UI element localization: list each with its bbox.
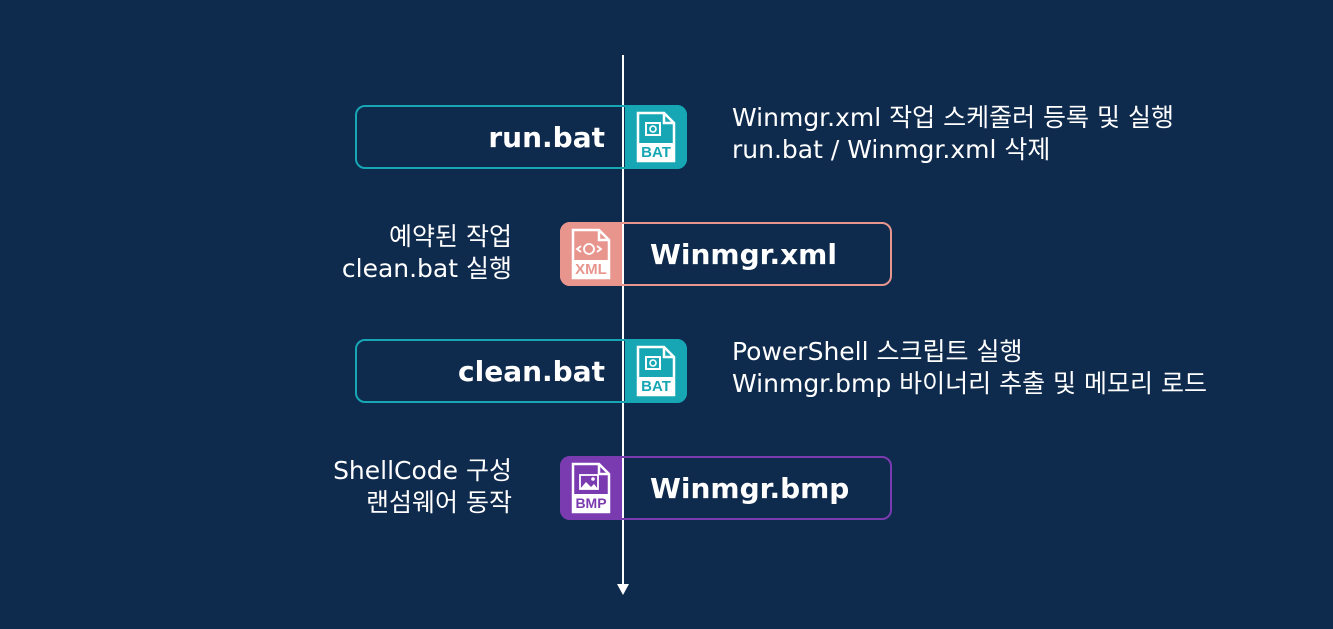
node-winmgr-bmp: BMP Winmgr.bmp <box>560 456 892 520</box>
desc-winmgr-bmp: ShellCode 구성 랜섬웨어 동작 <box>333 455 512 519</box>
desc-winmgr-xml: 예약된 작업 clean.bat 실행 <box>342 221 512 285</box>
desc-line: PowerShell 스크립트 실행 <box>732 337 1023 366</box>
bat-file-icon: BAT <box>636 111 676 163</box>
desc-line: clean.bat 실행 <box>341 254 512 283</box>
icon-text: XML <box>575 261 607 278</box>
node-clean-bat: clean.bat BAT <box>355 339 687 403</box>
desc-line: run.bat / Winmgr.xml 삭제 <box>732 135 1051 164</box>
node-run-bat: run.bat BAT <box>355 105 687 169</box>
icon-text: BMP <box>575 495 606 511</box>
desc-line: Winmgr.xml 작업 스케줄러 등록 및 실행 <box>732 103 1174 132</box>
icon-box: XML <box>560 222 622 286</box>
icon-box: BMP <box>560 456 622 520</box>
node-label: Winmgr.bmp <box>650 471 850 505</box>
node-label: run.bat <box>488 120 605 154</box>
desc-line: 랜섬웨어 동작 <box>366 488 512 517</box>
node-label: Winmgr.xml <box>650 237 837 271</box>
bat-file-icon: BAT <box>636 345 676 397</box>
timeline-arrow-icon <box>617 584 629 595</box>
xml-file-icon: XML <box>571 228 611 280</box>
desc-line: 예약된 작업 <box>389 222 512 251</box>
bmp-file-icon: BMP <box>571 462 611 514</box>
node-winmgr-xml: XML Winmgr.xml <box>560 222 892 286</box>
desc-line: Winmgr.bmp 바이너리 추출 및 메모리 로드 <box>732 369 1207 398</box>
icon-box: BAT <box>625 105 687 169</box>
desc-line: ShellCode 구성 <box>333 456 512 485</box>
desc-run-bat: Winmgr.xml 작업 스케줄러 등록 및 실행 run.bat / Win… <box>732 102 1174 166</box>
desc-clean-bat: PowerShell 스크립트 실행 Winmgr.bmp 바이너리 추출 및 … <box>732 336 1207 400</box>
node-label: clean.bat <box>458 354 605 388</box>
icon-box: BAT <box>625 339 687 403</box>
icon-text: BAT <box>641 144 671 161</box>
icon-text: BAT <box>641 378 671 395</box>
